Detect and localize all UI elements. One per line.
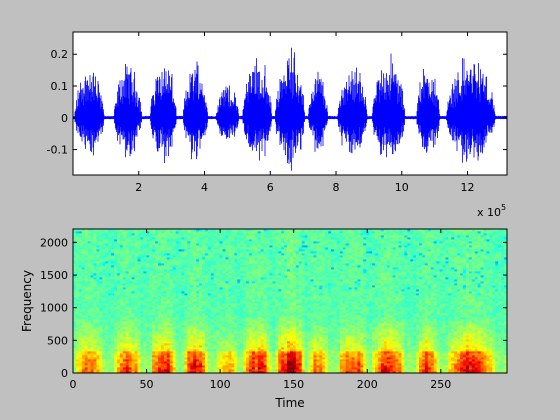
waveform-y-tick-label: 0 [61,112,68,125]
waveform-x-tick-label: 2 [135,181,142,194]
spectrogram-heatmap [73,229,508,374]
waveform-y-tick-label: -0.1 [47,144,68,157]
waveform-x-tick-label: 12 [461,181,475,194]
waveform-x-tick-label: 4 [201,181,208,194]
waveform-x-multiplier-base: x 10 [477,206,501,219]
waveform-y-tick-label: 0.2 [51,48,69,61]
waveform-x-tick-label: 6 [267,181,274,194]
waveform-x-multiplier-exponent: 5 [501,203,506,212]
waveform-x-tick-label: 10 [395,181,409,194]
waveform-y-tick-label: 0.1 [51,80,69,93]
figure: 2 4 6 8 10 12 -0.100.10.2 x 105 0 50 100 150 200 2… [0,0,560,420]
waveform-x-tick-label: 8 [333,181,340,194]
